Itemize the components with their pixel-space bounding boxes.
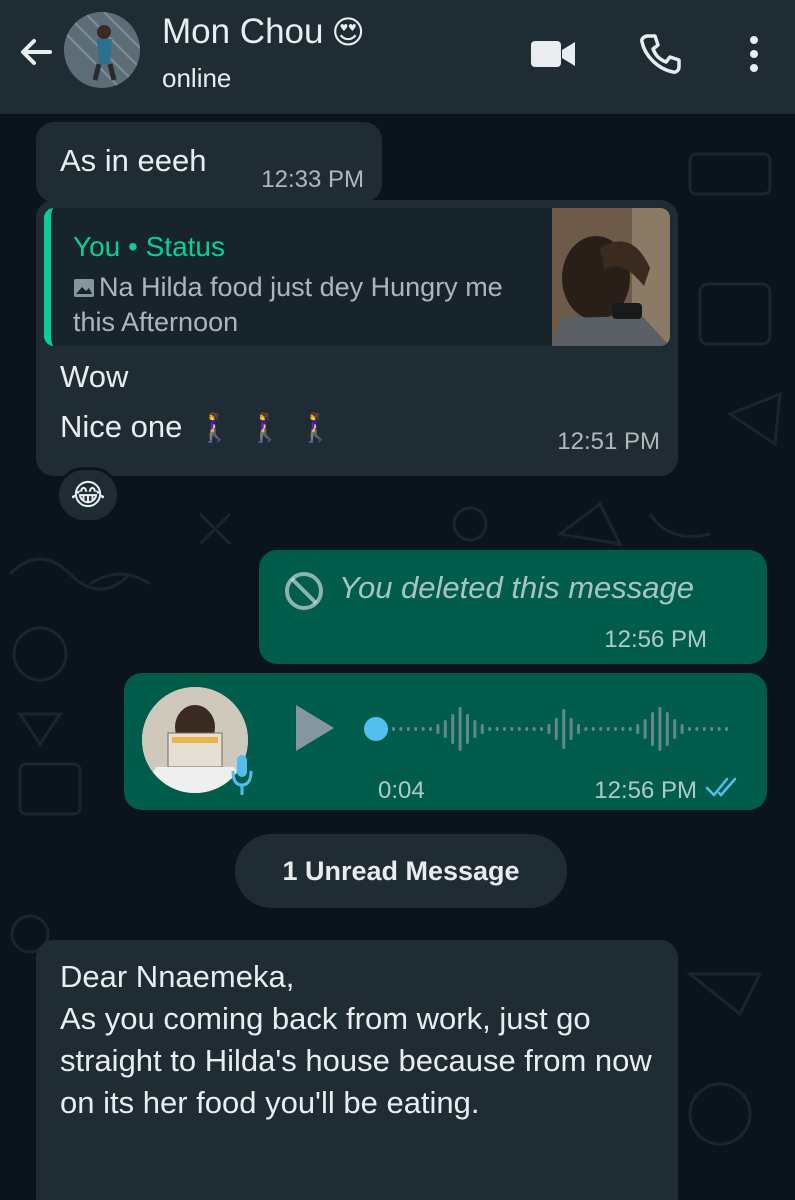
waveform-bar (554, 718, 558, 740)
waveform-bar (429, 727, 432, 731)
waveform-bar (673, 719, 677, 739)
more-options-icon (750, 36, 758, 72)
waveform-bar (636, 724, 640, 734)
avatar-photo (64, 12, 140, 88)
quoted-status[interactable]: You • Status Na Hilda food just dey Hung… (44, 208, 670, 346)
voice-call-icon (640, 34, 681, 74)
waveform-bar (651, 712, 654, 746)
more-options-button[interactable] (728, 28, 780, 80)
waveform-bar (392, 727, 395, 731)
waveform-bar (436, 724, 440, 734)
waveform-bar (591, 727, 595, 731)
waveform-bar (480, 724, 484, 734)
contact-name-text: Mon Chou (162, 12, 324, 51)
tears-of-joy-emoji: 😂 (70, 478, 106, 512)
video-call-button[interactable] (527, 28, 579, 80)
unread-messages-separator: 1 Unread Message (235, 834, 567, 908)
chat-area[interactable]: As in eeeh 12:33 PM You • Status Na Hild… (0, 114, 795, 1200)
message-time: 12:33 PM (261, 166, 364, 193)
microphone-icon (231, 755, 253, 795)
waveform-bar (702, 727, 706, 731)
avatar[interactable] (64, 12, 140, 88)
quoted-status-caption: Na Hilda food just dey Hungry me this Af… (73, 272, 503, 338)
voice-call-button[interactable] (634, 28, 686, 80)
walking-woman-emojis: 🚶‍♀️ 🚶‍♀️ 🚶‍♀️ (196, 412, 338, 443)
heart-eyes-emoji: 😍 (331, 14, 365, 50)
deleted-message-text: You deleted this message (339, 570, 695, 605)
waveform-bar (717, 727, 721, 731)
video-call-icon (531, 41, 575, 67)
incoming-message[interactable]: As in eeeh 12:33 PM (36, 122, 382, 202)
waveform-bar (451, 714, 455, 744)
waveform-bar (695, 727, 699, 731)
message-line-2: Nice one 🚶‍♀️ 🚶‍♀️ 🚶‍♀️ (60, 406, 337, 448)
waveform-bar (562, 709, 566, 749)
waveform-bar (532, 727, 536, 731)
message-time: 12:51 PM (557, 428, 660, 455)
waveform-bar (503, 727, 506, 731)
contact-status: online (162, 63, 232, 93)
waveform-bar (710, 727, 714, 731)
image-icon (74, 279, 94, 297)
incoming-status-reply-message[interactable]: You • Status Na Hilda food just dey Hung… (36, 200, 678, 476)
deleted-message-icon (285, 572, 323, 610)
waveform-bar (584, 727, 588, 731)
waveform-graphic (364, 707, 728, 751)
waveform-bar (399, 727, 403, 731)
waveform-bar (569, 718, 573, 740)
waveform-bar (406, 727, 410, 731)
quoted-status-title: You • Status (73, 231, 225, 262)
waveform-bar (688, 727, 691, 731)
message-text: As in eeeh (60, 143, 207, 178)
waveform-bar (628, 727, 632, 731)
waveform-bar (473, 720, 477, 738)
message-time: 12:56 PM (604, 626, 707, 653)
waveform-bar (443, 720, 447, 738)
message-time: 12:56 PM (594, 777, 697, 804)
contact-name[interactable]: Mon Chou 😍 (162, 12, 365, 52)
read-receipt-double-check-icon (705, 777, 737, 797)
waveform-bar (643, 719, 647, 739)
waveform-bar (414, 727, 418, 731)
waveform-bar (458, 707, 462, 751)
message-line-2-text: Nice one (60, 409, 183, 444)
waveform-bar (510, 727, 514, 731)
voice-duration: 0:04 (378, 777, 425, 804)
message-reaction[interactable]: 😂 (56, 467, 120, 523)
waveform-bar (621, 727, 625, 731)
waveform-bar (658, 707, 662, 751)
waveform-bar (517, 727, 521, 731)
waveform-bar (680, 724, 684, 734)
outgoing-voice-message[interactable]: 0:04 12:56 PM (124, 673, 767, 810)
waveform-bar (577, 724, 580, 734)
back-arrow-icon (21, 39, 52, 65)
waveform-bar (540, 727, 543, 731)
waveform-bar (614, 727, 617, 731)
outgoing-deleted-message[interactable]: You deleted this message 12:56 PM (259, 550, 767, 664)
playhead-dot[interactable] (364, 717, 388, 741)
play-button[interactable] (290, 701, 338, 755)
play-icon (296, 705, 334, 751)
waveform-bar (547, 724, 551, 734)
waveform-bar (495, 727, 499, 731)
back-button[interactable] (14, 30, 58, 74)
voice-waveform[interactable] (362, 701, 736, 757)
waveform-bar (466, 714, 469, 744)
waveform-bar (665, 712, 669, 746)
waveform-bar (725, 727, 728, 731)
waveform-bar (599, 727, 603, 731)
quoted-status-text: Na Hilda food just dey Hungry me this Af… (73, 270, 543, 340)
chat-header: Mon Chou 😍 online (0, 0, 795, 114)
waveform-bar (525, 727, 529, 731)
incoming-message[interactable]: Dear Nnaemeka, As you coming back from w… (36, 940, 678, 1200)
waveform-bar (488, 727, 492, 731)
waveform-bar (421, 727, 425, 731)
status-thumbnail-photo (552, 208, 670, 346)
status-thumbnail (552, 208, 670, 346)
waveform-bar (606, 727, 610, 731)
message-line-1: Wow (60, 359, 129, 394)
message-text: Dear Nnaemeka, As you coming back from w… (60, 959, 652, 1121)
